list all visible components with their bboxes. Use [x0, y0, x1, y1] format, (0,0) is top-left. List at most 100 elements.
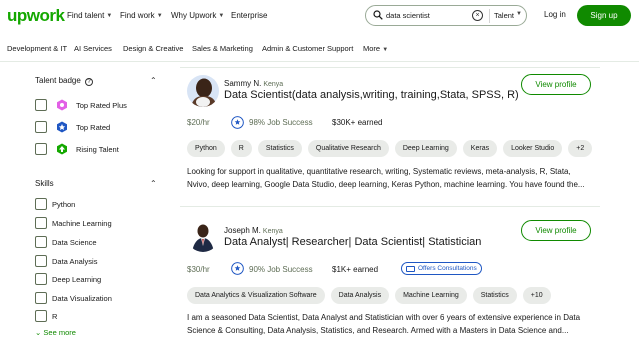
chevron-down-icon: ⌄: [35, 328, 42, 337]
skill-tag[interactable]: Data Analytics & Visualization Software: [187, 287, 325, 304]
help-icon[interactable]: ?: [85, 78, 94, 86]
skill-tag[interactable]: Python: [187, 140, 225, 157]
top-rated-plus-badge-icon: [57, 99, 67, 111]
more-skills-tag[interactable]: +10: [522, 287, 551, 304]
skill-label-deep-learning: Deep Learning: [52, 275, 102, 284]
checkbox-skill-data-visualization[interactable]: [35, 292, 47, 304]
chevron-down-icon: ▼: [156, 12, 163, 19]
skill-tags: Data Analytics & Visualization Software …: [187, 287, 551, 304]
offers-consultations-badge[interactable]: Offers Consultations: [401, 262, 482, 275]
search-icon: [373, 10, 383, 20]
login-link[interactable]: Log in: [544, 10, 566, 19]
description-line: Nvivo, deep learning, Google Data Studio…: [187, 180, 585, 189]
freelancer-photo: [187, 75, 219, 107]
chevron-down-icon: ▼: [516, 11, 522, 17]
nav-find-talent[interactable]: Find talent ▼: [67, 11, 112, 20]
skill-tag[interactable]: Data Analysis: [330, 287, 390, 304]
skills-heading: Skills: [35, 179, 54, 188]
category-bar: Development & IT AI Services Design & Cr…: [0, 32, 639, 62]
checkbox-skill-data-science[interactable]: [35, 236, 47, 248]
chevron-down-icon: ▼: [106, 12, 113, 19]
checkbox-top-rated[interactable]: [35, 121, 47, 133]
search-input[interactable]: data scientist: [386, 11, 430, 20]
view-profile-button[interactable]: View profile: [521, 74, 591, 95]
category-more[interactable]: More ▼: [363, 44, 388, 53]
category-design-creative[interactable]: Design & Creative: [123, 44, 183, 53]
see-more-skills-link[interactable]: ⌄ See more: [35, 328, 76, 337]
checkbox-skill-machine-learning[interactable]: [35, 217, 47, 229]
skill-tag[interactable]: Keras: [462, 140, 498, 157]
avatar[interactable]: [187, 220, 219, 252]
skill-tag[interactable]: R: [230, 140, 252, 157]
job-success: 90% Job Success: [249, 265, 313, 274]
freelancer-name[interactable]: Joseph M. Kenya: [224, 226, 283, 235]
freelancer-title[interactable]: Data Scientist(data analysis,writing, tr…: [224, 89, 519, 101]
badge-label-top-rated-plus: Top Rated Plus: [76, 101, 127, 110]
category-ai-services[interactable]: AI Services: [74, 44, 112, 53]
search-divider: [489, 9, 490, 23]
clear-search-icon[interactable]: ×: [472, 10, 483, 21]
job-success-icon: [231, 262, 244, 275]
top-header: upwork Find talent ▼ Find work ▼ Why Upw…: [0, 0, 639, 32]
talent-badge-heading: Talent badge ?: [35, 76, 94, 86]
rising-talent-badge-icon: [57, 143, 67, 155]
checkbox-skill-data-analysis[interactable]: [35, 255, 47, 267]
nav-enterprise[interactable]: Enterprise: [231, 11, 267, 20]
view-profile-button[interactable]: View profile: [521, 220, 591, 241]
hourly-rate: $20/hr: [187, 118, 210, 127]
chevron-down-icon: ▼: [382, 47, 389, 53]
nav-enterprise-label: Enterprise: [231, 11, 268, 20]
nav-why-upwork[interactable]: Why Upwork ▼: [171, 11, 224, 20]
avatar[interactable]: [187, 75, 219, 107]
job-success: 98% Job Success: [249, 118, 313, 127]
category-sales-marketing[interactable]: Sales & Marketing: [192, 44, 253, 53]
freelancer-photo: [187, 220, 219, 252]
offers-consultations-label: Offers Consultations: [418, 265, 477, 272]
category-admin-support[interactable]: Admin & Customer Support: [262, 44, 353, 53]
job-success-icon: [231, 116, 244, 129]
checkbox-rising-talent[interactable]: [35, 143, 47, 155]
skill-label-machine-learning: Machine Learning: [52, 219, 112, 228]
search-bar[interactable]: data scientist × Talent ▼: [365, 5, 527, 26]
video-icon: [406, 266, 415, 272]
hourly-rate: $30/hr: [187, 265, 210, 274]
checkbox-skill-r[interactable]: [35, 310, 47, 322]
skill-tag[interactable]: Qualitative Research: [307, 140, 389, 157]
badge-label-rising-talent: Rising Talent: [76, 145, 119, 154]
skill-tag[interactable]: Statistics: [257, 140, 302, 157]
nav-find-work[interactable]: Find work ▼: [120, 11, 163, 20]
card-divider: [180, 67, 600, 68]
nav-find-work-label: Find work: [120, 11, 155, 20]
freelancer-country: Kenya: [262, 228, 283, 235]
skill-tag[interactable]: Machine Learning: [395, 287, 467, 304]
signup-button[interactable]: Sign up: [577, 5, 631, 26]
nav-find-talent-label: Find talent: [67, 11, 105, 20]
chevron-up-icon[interactable]: ⌃: [150, 76, 157, 85]
skill-tag[interactable]: Looker Studio: [503, 140, 563, 157]
search-scope-select[interactable]: Talent: [494, 11, 514, 20]
chevron-up-icon[interactable]: ⌃: [150, 179, 157, 188]
chevron-down-icon: ▼: [218, 12, 225, 19]
top-rated-badge-icon: [57, 121, 67, 133]
skill-tag[interactable]: Statistics: [472, 287, 517, 304]
badge-label-top-rated: Top Rated: [76, 123, 111, 132]
description-line: Science & Consulting, Data Analysis, Sta…: [187, 326, 569, 335]
freelancer-name-label: Sammy N.: [224, 79, 262, 88]
more-skills-tag[interactable]: +2: [568, 140, 593, 157]
category-development-it[interactable]: Development & IT: [7, 44, 67, 53]
skill-label-data-analysis: Data Analysis: [52, 257, 98, 266]
freelancer-name[interactable]: Sammy N. Kenya: [224, 79, 283, 88]
checkbox-top-rated-plus[interactable]: [35, 99, 47, 111]
total-earned: $1K+ earned: [332, 265, 379, 274]
skill-label-python: Python: [52, 200, 76, 209]
card-divider: [180, 206, 600, 207]
freelancer-description[interactable]: Looking for support in qualitative, quan…: [187, 165, 597, 191]
checkbox-skill-deep-learning[interactable]: [35, 273, 47, 285]
checkbox-skill-python[interactable]: [35, 198, 47, 210]
freelancer-title[interactable]: Data Analyst| Researcher| Data Scientist…: [224, 236, 481, 248]
category-more-label: More: [363, 44, 381, 53]
freelancer-description[interactable]: I am a seasoned Data Scientist, Data Ana…: [187, 311, 597, 337]
skill-label-data-science: Data Science: [52, 238, 97, 247]
skill-tag[interactable]: Deep Learning: [394, 140, 457, 157]
upwork-logo[interactable]: upwork: [7, 6, 65, 26]
